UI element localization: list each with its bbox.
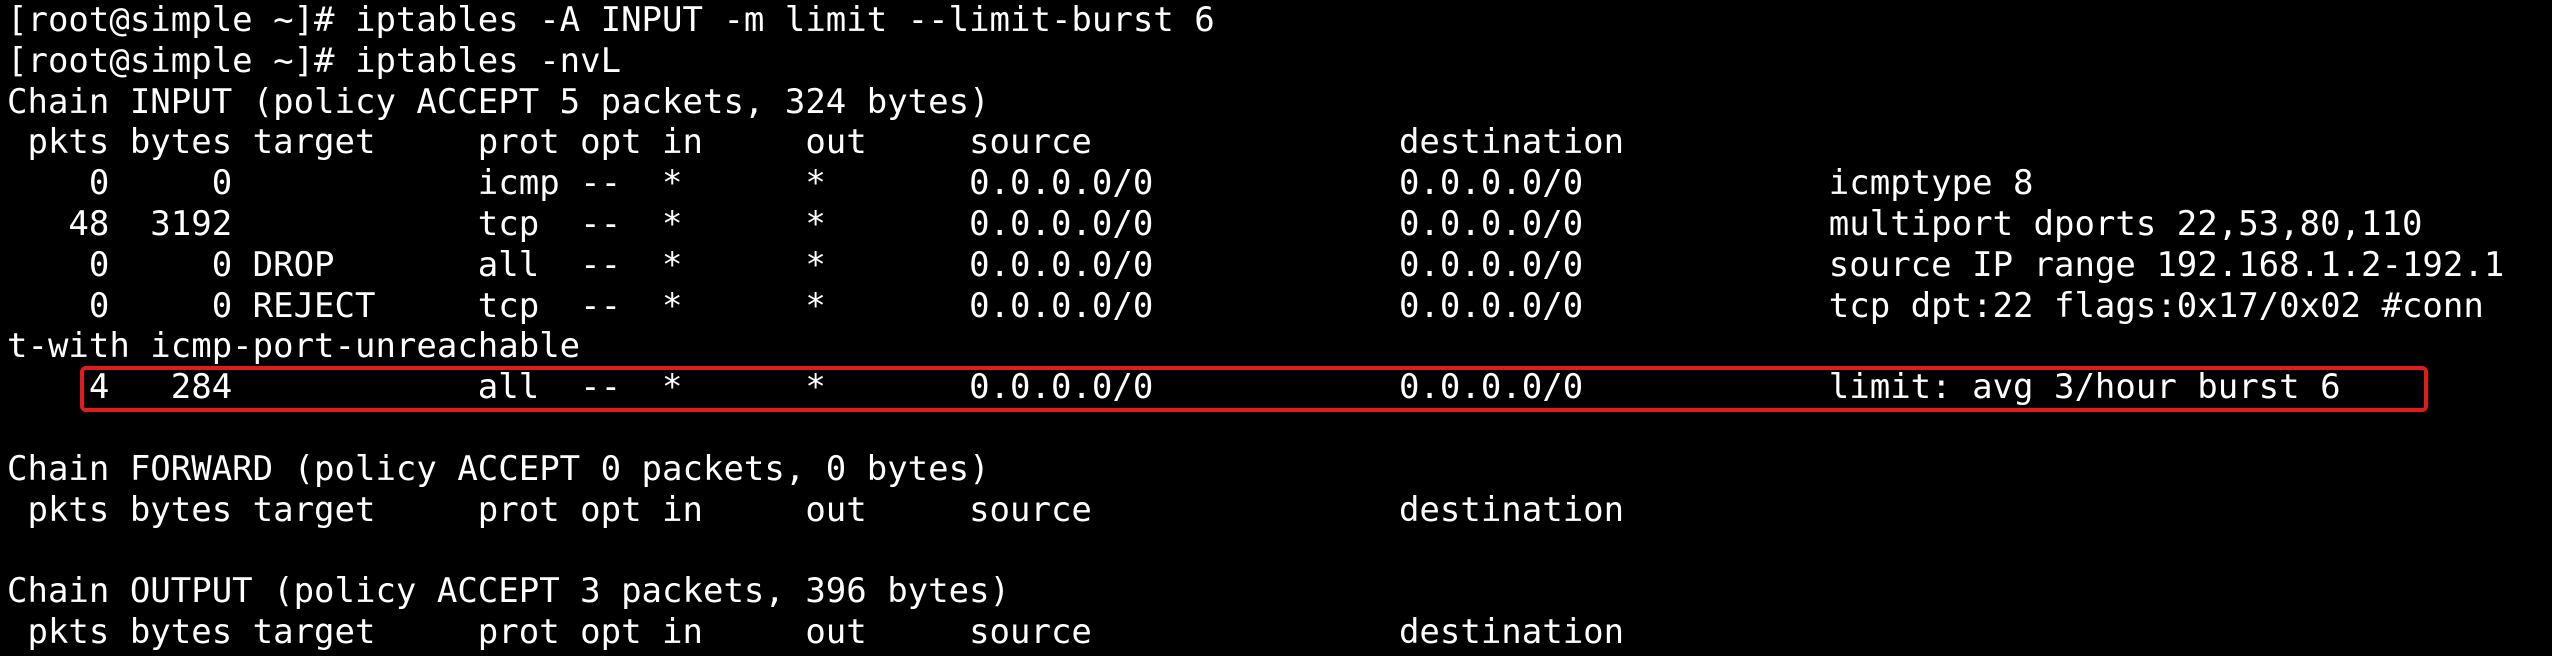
terminal-window[interactable]: [root@simple ~]# iptables -A INPUT -m li… (7, 0, 2552, 656)
input-rule-limit: 4 284 all -- * * 0.0.0.0/0 0.0.0.0/0 lim… (7, 367, 2341, 408)
forward-column-headers: pkts bytes target prot opt in out source… (7, 489, 1625, 530)
input-rule-reject: 0 0 REJECT tcp -- * * 0.0.0.0/0 0.0.0.0/… (7, 285, 2484, 326)
command-line-append-rule: [root@simple ~]# iptables -A INPUT -m li… (7, 0, 1215, 40)
input-rule-multiport: 48 3192 tcp -- * * 0.0.0.0/0 0.0.0.0/0 m… (7, 204, 2423, 244)
chain-input-header: Chain INPUT (policy ACCEPT 5 packets, 32… (7, 81, 990, 122)
input-rule-drop: 0 0 DROP all -- * * 0.0.0.0/0 0.0.0.0/0 … (7, 244, 2505, 285)
input-rule-reject-continued: t-with icmp-port-unreachable (7, 326, 581, 367)
chain-output-header: Chain OUTPUT (policy ACCEPT 3 packets, 3… (7, 571, 1011, 612)
chain-forward-header: Chain FORWARD (policy ACCEPT 0 packets, … (7, 448, 990, 489)
input-rule-icmp: 0 0 icmp -- * * 0.0.0.0/0 0.0.0.0/0 icmp… (7, 163, 2034, 204)
input-column-headers: pkts bytes target prot opt in out source… (7, 122, 1625, 163)
output-column-headers: pkts bytes target prot opt in out source… (7, 612, 1625, 652)
command-line-list-rules: [root@simple ~]# iptables -nvL (7, 40, 622, 81)
